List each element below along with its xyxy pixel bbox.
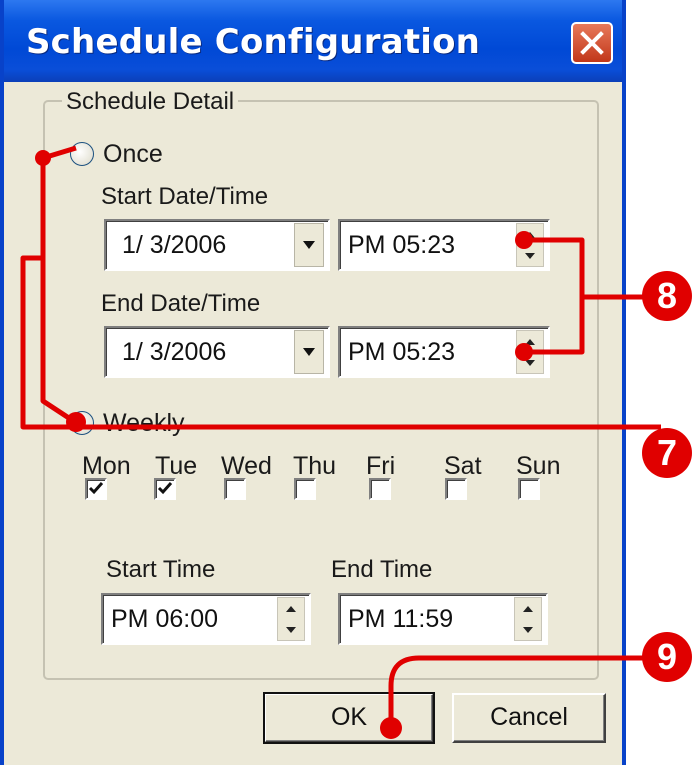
- callout-8-badge: 8: [642, 271, 692, 321]
- callout-lines: [20, 145, 661, 739]
- callout-7-badge: 7: [642, 428, 692, 478]
- callout-9-badge: 9: [642, 632, 692, 682]
